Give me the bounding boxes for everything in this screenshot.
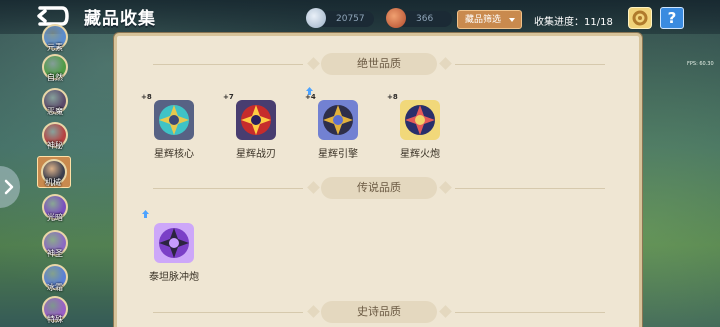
resource-a-counter: 20757 (306, 8, 374, 28)
settings-button[interactable] (628, 7, 652, 29)
sidebar-item-label: 光暗 (47, 213, 63, 222)
gear-icon (632, 10, 648, 26)
collectible-item[interactable]: +8 星辉核心 (141, 93, 206, 160)
sidebar-item-mystic[interactable]: 神秘 (40, 122, 70, 152)
divider (455, 64, 605, 65)
divider-diamond (307, 181, 320, 194)
divider (153, 188, 303, 189)
sidebar-item-demon[interactable]: 恶魔 (40, 88, 70, 118)
resource-b-counter: 366 (386, 8, 452, 28)
sidebar-item-label: 神圣 (47, 249, 63, 258)
collectible-item[interactable]: +7 星辉战刃 (223, 93, 288, 160)
item-name: 星辉战刃 (236, 149, 276, 160)
divider-diamond (307, 57, 320, 70)
sidebar-item-holy[interactable]: 神圣 (40, 230, 70, 260)
sidebar-item-label: 元素 (47, 43, 63, 52)
sidebar-item-light-dark[interactable]: 光暗 (40, 194, 70, 224)
sidebar-item-label: 机械 (45, 178, 61, 187)
collection-panel: 绝世品质 +8 星辉核心 +7 星辉战刃 +4 星辉引擎 +8 星辉火炮 传说品… (114, 33, 642, 327)
item-name: 星辉火炮 (400, 149, 440, 160)
sidebar-item-label: 神秘 (47, 141, 63, 150)
progress-value: 11/18 (584, 17, 613, 28)
help-button[interactable]: ? (660, 7, 684, 29)
fps-counter: FPS: 60.30 (687, 61, 714, 67)
sidebar-item-nature[interactable]: 自然 (40, 54, 70, 84)
sidebar-item-element[interactable]: 元素 (40, 24, 70, 54)
sidebar-item-mechanical[interactable]: 机械 (37, 156, 71, 188)
divider-diamond (439, 181, 452, 194)
sidebar-item-special[interactable]: 特殊 (40, 296, 70, 326)
star-engine-icon (318, 100, 358, 140)
star-blade-icon (236, 100, 276, 140)
divider-diamond (439, 305, 452, 318)
ore-icon (386, 8, 406, 28)
collection-filter-dropdown[interactable]: 藏品筛选 (457, 10, 522, 29)
cloud-gem-icon (306, 8, 326, 28)
top-bar: 藏品收集 20757 366 藏品筛选 收集进度：11/18 ? (0, 0, 720, 34)
section-header-epic: 史诗品质 (117, 301, 639, 325)
divider-diamond (307, 305, 320, 318)
divider-diamond (439, 57, 452, 70)
item-level: +4 (305, 93, 316, 101)
section-title: 绝世品质 (321, 53, 437, 75)
item-level: +8 (141, 93, 152, 101)
item-name: 泰坦脉冲炮 (149, 272, 199, 283)
resource-a-value: 20757 (336, 14, 365, 24)
back-icon[interactable] (34, 6, 70, 26)
star-core-icon (154, 100, 194, 140)
upgrade-arrow-icon (142, 210, 149, 218)
sidebar-item-frost[interactable]: 冰霜 (40, 264, 70, 294)
progress-label: 收集进度： (534, 17, 584, 28)
item-level: +7 (223, 93, 234, 101)
divider (455, 188, 605, 189)
collectible-item[interactable]: +8 星辉火炮 (387, 93, 452, 160)
chevron-down-icon (509, 18, 515, 22)
section-header-peerless: 绝世品质 (117, 53, 639, 77)
section-title: 史诗品质 (321, 301, 437, 323)
collectible-item[interactable]: +4 星辉引擎 (305, 87, 370, 160)
sidebar-item-label: 特殊 (47, 315, 63, 324)
divider (153, 64, 303, 65)
item-level: +8 (387, 93, 398, 101)
divider (455, 312, 605, 313)
star-cannon-icon (400, 100, 440, 140)
sidebar-item-label: 恶魔 (47, 107, 63, 116)
divider (153, 312, 303, 313)
sidebar-item-label: 自然 (47, 73, 63, 82)
filter-label: 藏品筛选 (465, 15, 502, 25)
resource-b-value: 366 (416, 14, 434, 24)
collection-progress: 收集进度：11/18 (534, 13, 613, 28)
item-name: 星辉核心 (154, 149, 194, 160)
section-title: 传说品质 (321, 177, 437, 199)
collectible-item[interactable]: 泰坦脉冲炮 (142, 210, 206, 283)
chevron-right-icon (4, 179, 14, 195)
item-name: 星辉引擎 (318, 149, 358, 160)
titan-pulse-cannon-icon (154, 223, 194, 263)
section-header-legendary: 传说品质 (117, 177, 639, 201)
sidebar-item-label: 冰霜 (47, 283, 63, 292)
